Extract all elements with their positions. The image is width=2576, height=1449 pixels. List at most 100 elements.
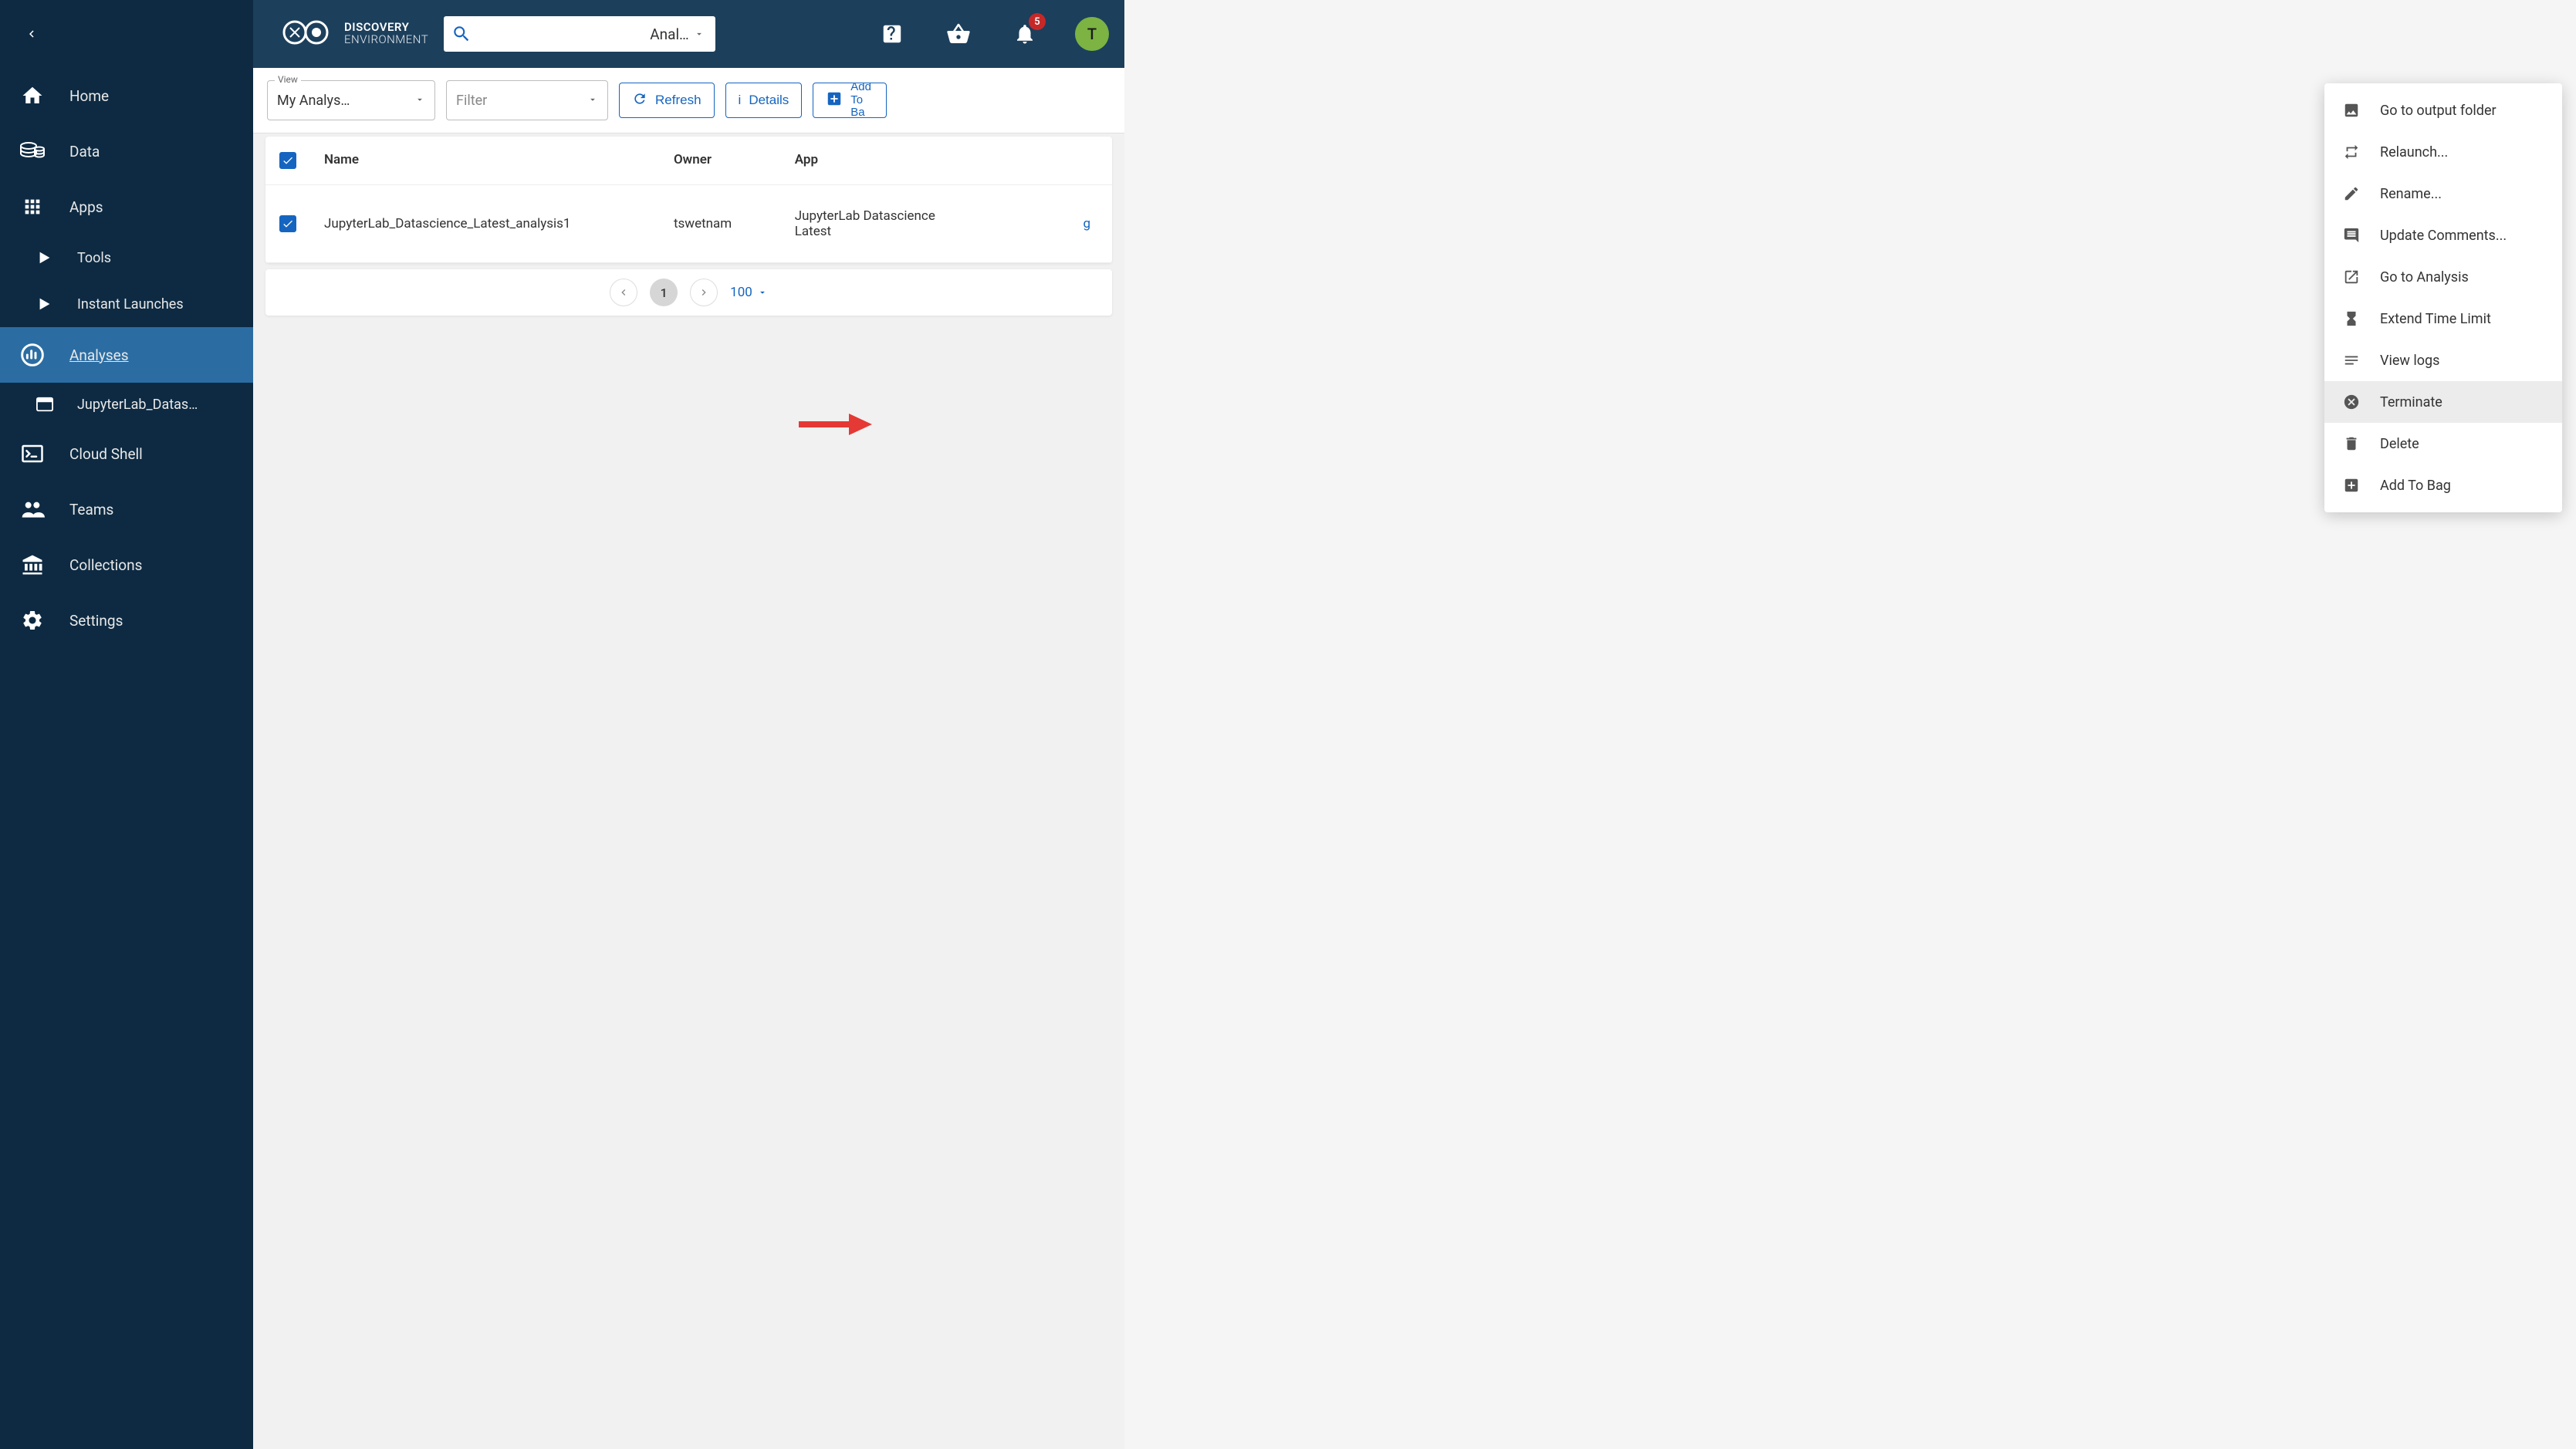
menu-rename[interactable]: Rename... [2324,173,2562,214]
sidebar-item-analyses[interactable]: Analyses [0,327,253,383]
page-size-dropdown[interactable]: 100 [730,285,768,300]
menu-go-to-analysis[interactable]: Go to Analysis [2324,256,2562,298]
view-dropdown[interactable]: My Analys… [267,80,435,120]
chevron-down-icon [414,93,425,109]
sidebar-item-label: Cloud Shell [69,445,143,463]
menu-relaunch[interactable]: Relaunch... [2324,131,2562,173]
menu-delete[interactable]: Delete [2324,423,2562,464]
add-to-bag-icon [826,90,843,111]
sidebar: Home Data Apps Tools Ins [0,0,253,1449]
gear-icon [19,606,46,634]
add-to-bag-button[interactable]: Add To Ba [813,83,887,118]
menu-label: Relaunch... [2380,144,2448,160]
sidebar-item-instant-launches[interactable]: Instant Launches [0,281,253,327]
search-type-dropdown[interactable]: Anal… [644,25,711,43]
chevron-right-icon [35,295,54,313]
chevron-right-icon [35,248,54,267]
context-menu: Go to output folder Relaunch... Rename..… [2324,83,2562,512]
toolbar: View My Analys… Filter Refresh i Details [253,68,1124,133]
menu-update-comments[interactable]: Update Comments... [2324,214,2562,256]
refresh-icon [632,91,647,110]
search-type-label: Anal… [650,25,689,43]
search-icon [451,24,472,44]
next-page-button[interactable] [690,279,718,306]
row-app: JupyterLab Datascience Latest [795,208,956,239]
menu-output-folder[interactable]: Go to output folder [2324,90,2562,131]
row-name: JupyterLab_Datascience_Latest_analysis1 [324,216,674,231]
window-icon [35,395,54,414]
add-to-bag-label-2: Ba [850,106,874,118]
comment-icon [2341,225,2361,245]
brand[interactable]: DISCOVERY ENVIRONMENT [279,17,428,51]
table-header-row: Name Owner App [265,137,1112,185]
home-icon [19,82,46,110]
pencil-icon [2341,184,2361,204]
menu-label: Extend Time Limit [2380,311,2491,327]
sidebar-item-home[interactable]: Home [0,68,253,123]
table-row[interactable]: JupyterLab_Datascience_Latest_analysis1 … [265,185,1112,263]
teams-icon [19,495,46,523]
sidebar-item-collections[interactable]: Collections [0,537,253,593]
menu-label: Delete [2380,436,2419,452]
help-button[interactable] [876,18,908,50]
menu-label: Go to Analysis [2380,269,2469,285]
prev-page-button[interactable] [610,279,637,306]
column-header-name[interactable]: Name [324,152,674,169]
search-input[interactable] [472,27,644,41]
menu-terminate[interactable]: Terminate [2324,381,2562,423]
hourglass-icon [2341,309,2361,329]
avatar-initial: T [1087,25,1097,43]
page-number[interactable]: 1 [650,279,678,306]
menu-label: Go to output folder [2380,103,2497,119]
filter-placeholder: Filter [456,93,487,109]
sidebar-item-settings[interactable]: Settings [0,593,253,648]
row-owner: tswetnam [674,216,795,231]
trash-icon [2341,434,2361,454]
column-header-start[interactable] [956,152,1098,169]
sidebar-item-cloud-shell[interactable]: Cloud Shell [0,426,253,481]
collections-icon [19,551,46,579]
repeat-icon [2341,142,2361,162]
refresh-label: Refresh [655,93,701,108]
main-content: DISCOVERY ENVIRONMENT Anal… [253,0,1124,1449]
details-button[interactable]: i Details [725,83,803,118]
sidebar-item-tools[interactable]: Tools [0,235,253,281]
select-all-checkbox[interactable] [279,152,296,169]
sidebar-item-apps[interactable]: Apps [0,179,253,235]
menu-label: Terminate [2380,394,2442,410]
image-icon [2341,100,2361,120]
sidebar-item-label: Apps [69,198,103,216]
paginator: 1 100 [265,269,1112,316]
add-box-icon [2341,475,2361,495]
menu-view-logs[interactable]: View logs [2324,339,2562,381]
cancel-icon [2341,392,2361,412]
column-header-owner[interactable]: Owner [674,152,795,169]
chevron-down-icon [694,25,705,43]
notifications-button[interactable]: 5 [1009,18,1041,50]
menu-label: View logs [2380,353,2439,369]
column-header-app[interactable]: App [795,152,956,169]
bag-button[interactable] [942,18,975,50]
sidebar-item-analysis-instance[interactable]: JupyterLab_Datas… [0,383,253,426]
row-start: g [956,216,1098,231]
menu-extend-time[interactable]: Extend Time Limit [2324,298,2562,339]
topbar: DISCOVERY ENVIRONMENT Anal… [253,0,1124,68]
sidebar-item-label: Tools [77,250,111,266]
sidebar-collapse-button[interactable] [0,0,253,68]
menu-label: Rename... [2380,186,2442,202]
apps-icon [19,193,46,221]
refresh-button[interactable]: Refresh [619,83,715,118]
sidebar-item-label: Home [69,87,109,105]
filter-dropdown[interactable]: Filter [446,80,608,120]
avatar[interactable]: T [1075,17,1109,51]
row-checkbox[interactable] [279,215,296,232]
view-value: My Analys… [277,93,350,109]
view-field-label: View [275,74,301,85]
sidebar-item-label: Teams [69,501,113,518]
sidebar-item-data[interactable]: Data [0,123,253,179]
notification-badge: 5 [1029,13,1046,30]
sidebar-item-teams[interactable]: Teams [0,481,253,537]
sidebar-item-label: Analyses [69,346,129,364]
search-container: Anal… [444,16,715,52]
menu-add-to-bag[interactable]: Add To Bag [2324,464,2562,506]
